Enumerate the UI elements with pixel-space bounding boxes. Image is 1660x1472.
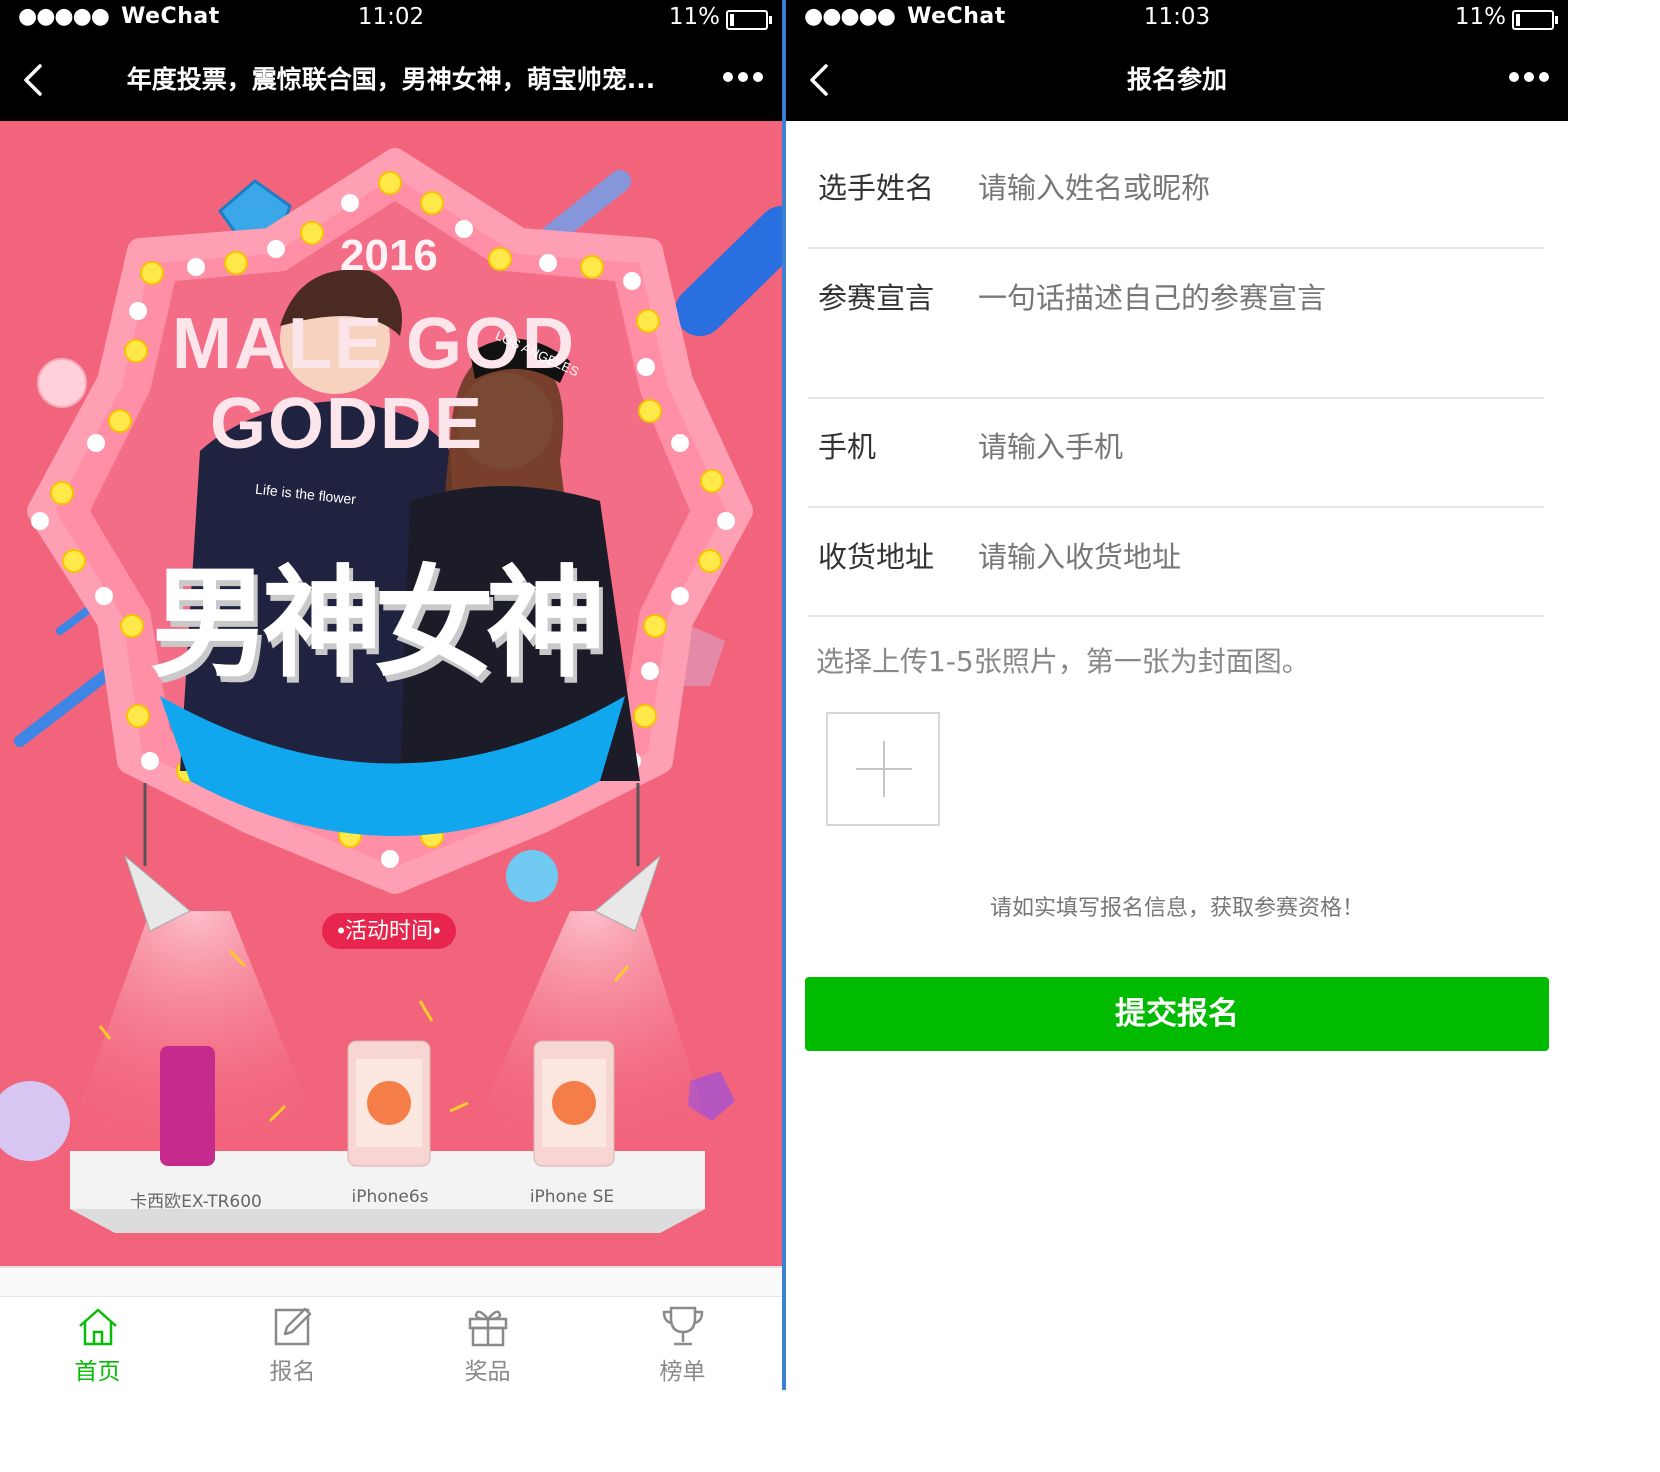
declaration-input[interactable]: 一句话描述自己的参赛宣言 xyxy=(978,275,1326,317)
signup-screen: ●●●●● WeChat 11:03 11% 报名参加 选手姓名 请输入姓名或昵… xyxy=(786,0,1568,1390)
nav-bar: 报名参加 xyxy=(786,38,1568,121)
nav-bar: 年度投票，震惊联合国，男神女神，萌宝帅宠... xyxy=(0,38,782,121)
form-notice: 请如实填写报名信息，获取参赛资格！ xyxy=(989,896,1364,921)
tab-signup[interactable]: 报名 xyxy=(195,1304,390,1386)
poster-year: 2016 xyxy=(340,231,438,280)
battery-icon xyxy=(1512,10,1558,30)
prize-label-camera: 卡西欧EX-TR600 xyxy=(130,1192,262,1212)
tab-ranking[interactable]: 榜单 xyxy=(585,1304,780,1386)
battery-percent: 11% xyxy=(668,4,720,30)
trophy-icon xyxy=(662,1306,703,1346)
gift-icon xyxy=(468,1310,507,1347)
phone-input[interactable]: 请输入手机 xyxy=(978,424,1123,466)
status-bar: ●●●●● WeChat 11:02 11% xyxy=(0,0,782,38)
back-icon[interactable] xyxy=(804,62,840,98)
address-field-label: 收货地址 xyxy=(818,540,935,574)
page-title: 报名参加 xyxy=(1126,65,1227,94)
tab-home-label: 首页 xyxy=(74,1359,121,1385)
name-field-row[interactable]: 选手姓名 请输入姓名或昵称 xyxy=(808,121,1544,249)
page-title: 年度投票，震惊联合国，男神女神，萌宝帅宠... xyxy=(126,65,656,94)
address-field-row[interactable]: 收货地址 请输入收货地址 xyxy=(808,508,1544,617)
name-input[interactable]: 请输入姓名或昵称 xyxy=(978,165,1210,207)
status-bar: ●●●●● WeChat 11:03 11% xyxy=(786,0,1568,38)
promo-banner[interactable]: 2016 MALE GOD GODDE Life is the flower L… xyxy=(0,121,782,1266)
tab-ranking-label: 榜单 xyxy=(659,1359,706,1385)
phone-field-label: 手机 xyxy=(818,430,877,464)
home-screen: ●●●●● WeChat 11:02 11% 年度投票，震惊联合国，男神女神，萌… xyxy=(0,0,782,1390)
status-time: 11:03 xyxy=(1143,4,1211,30)
more-icon[interactable] xyxy=(722,70,764,84)
tab-signup-label: 报名 xyxy=(269,1359,316,1385)
name-field-label: 选手姓名 xyxy=(818,171,935,205)
edit-icon xyxy=(274,1307,311,1346)
back-icon[interactable] xyxy=(18,62,54,98)
submit-button[interactable]: 提交报名 xyxy=(805,977,1549,1051)
upload-hint: 选择上传1-5张照片，第一张为封面图。 xyxy=(816,645,1310,678)
prize-label-iphone6s: iPhone6s xyxy=(351,1187,429,1207)
poster-headline-en-2: GODDE xyxy=(210,384,485,464)
event-time-badge: •活动时间• xyxy=(322,913,456,949)
prize-label-iphonese: iPhone SE xyxy=(529,1187,615,1207)
battery-icon xyxy=(726,10,772,30)
tab-prizes[interactable]: 奖品 xyxy=(390,1304,585,1386)
declaration-field-row[interactable]: 参赛宣言 一句话描述自己的参赛宣言 xyxy=(808,249,1544,399)
status-time: 11:02 xyxy=(357,4,425,30)
declaration-field-label: 参赛宣言 xyxy=(818,281,935,315)
home-icon xyxy=(78,1308,117,1346)
phone-field-row[interactable]: 手机 请输入手机 xyxy=(808,399,1544,508)
tab-bar: 首页 报名 奖品 榜单 xyxy=(0,1266,782,1390)
tab-prizes-label: 奖品 xyxy=(464,1359,511,1385)
more-icon[interactable] xyxy=(1508,70,1550,84)
tab-home[interactable]: 首页 xyxy=(0,1304,195,1386)
address-input[interactable]: 请输入收货地址 xyxy=(978,534,1181,576)
tab-bar-strip xyxy=(0,1268,782,1297)
poster-headline-cn: 男神女神 xyxy=(150,557,606,691)
photo-upload-button[interactable] xyxy=(826,712,940,826)
battery-percent: 11% xyxy=(1454,4,1506,30)
